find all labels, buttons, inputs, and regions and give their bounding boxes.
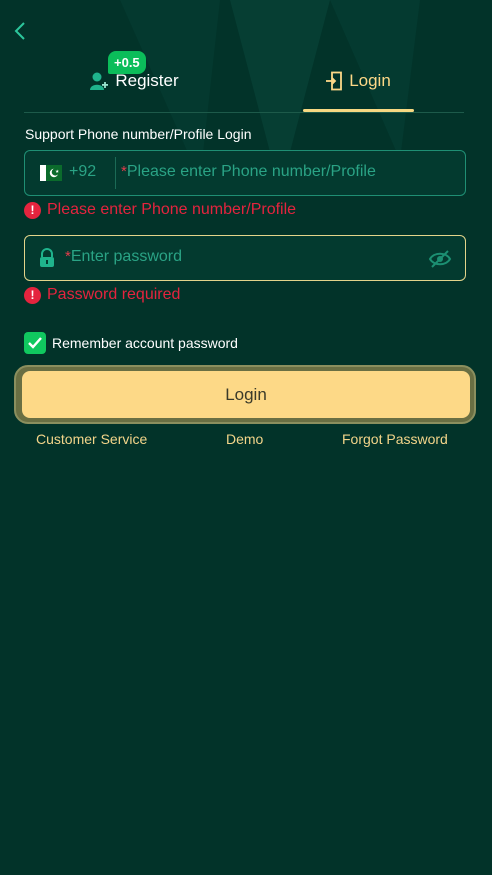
password-error-message: ! Password required [24,286,180,304]
lock-icon [40,248,54,267]
phone-error-text: Please enter Phone number/Profile [47,201,297,218]
tab-login[interactable]: Login [303,50,413,112]
checkbox-box[interactable] [24,332,46,354]
exclamation-circle-icon: ! [24,286,41,304]
phone-input[interactable]: *Please enter Phone number/Profile [121,163,376,181]
auth-tabs: Register +0.5 Login [24,50,464,113]
forgot-password-link[interactable]: Forgot Password [342,431,448,447]
remember-password-checkbox[interactable]: Remember account password [24,332,238,354]
password-field[interactable]: *Enter password [24,235,466,281]
phone-field[interactable]: +92 *Please enter Phone number/Profile [24,150,466,196]
login-door-icon [326,71,343,91]
tab-register-label: Register [115,71,179,90]
password-input[interactable]: *Enter password [65,248,182,266]
eye-off-icon[interactable] [428,249,452,269]
tab-login-label: Login [349,71,391,90]
remember-password-label: Remember account password [52,335,238,351]
phone-placeholder: Please enter Phone number/Profile [126,163,376,180]
password-error-text: Password required [47,286,181,303]
password-placeholder: Enter password [70,248,183,265]
login-button[interactable]: Login [22,371,470,418]
login-section-title: Support Phone number/Profile Login [25,126,252,142]
phone-error-message: ! Please enter Phone number/Profile [24,201,296,219]
register-bonus-badge: +0.5 [108,51,146,74]
checkmark-icon [28,337,42,349]
user-add-icon [90,72,109,90]
customer-service-link[interactable]: Customer Service [36,431,147,447]
active-tab-indicator [303,109,414,112]
field-divider [115,157,116,189]
back-button[interactable] [8,17,32,45]
pakistan-flag-icon [40,165,62,181]
demo-link[interactable]: Demo [226,431,263,447]
chevron-left-icon [14,22,25,40]
country-code-selector[interactable]: +92 [69,163,96,181]
exclamation-circle-icon: ! [24,201,41,219]
